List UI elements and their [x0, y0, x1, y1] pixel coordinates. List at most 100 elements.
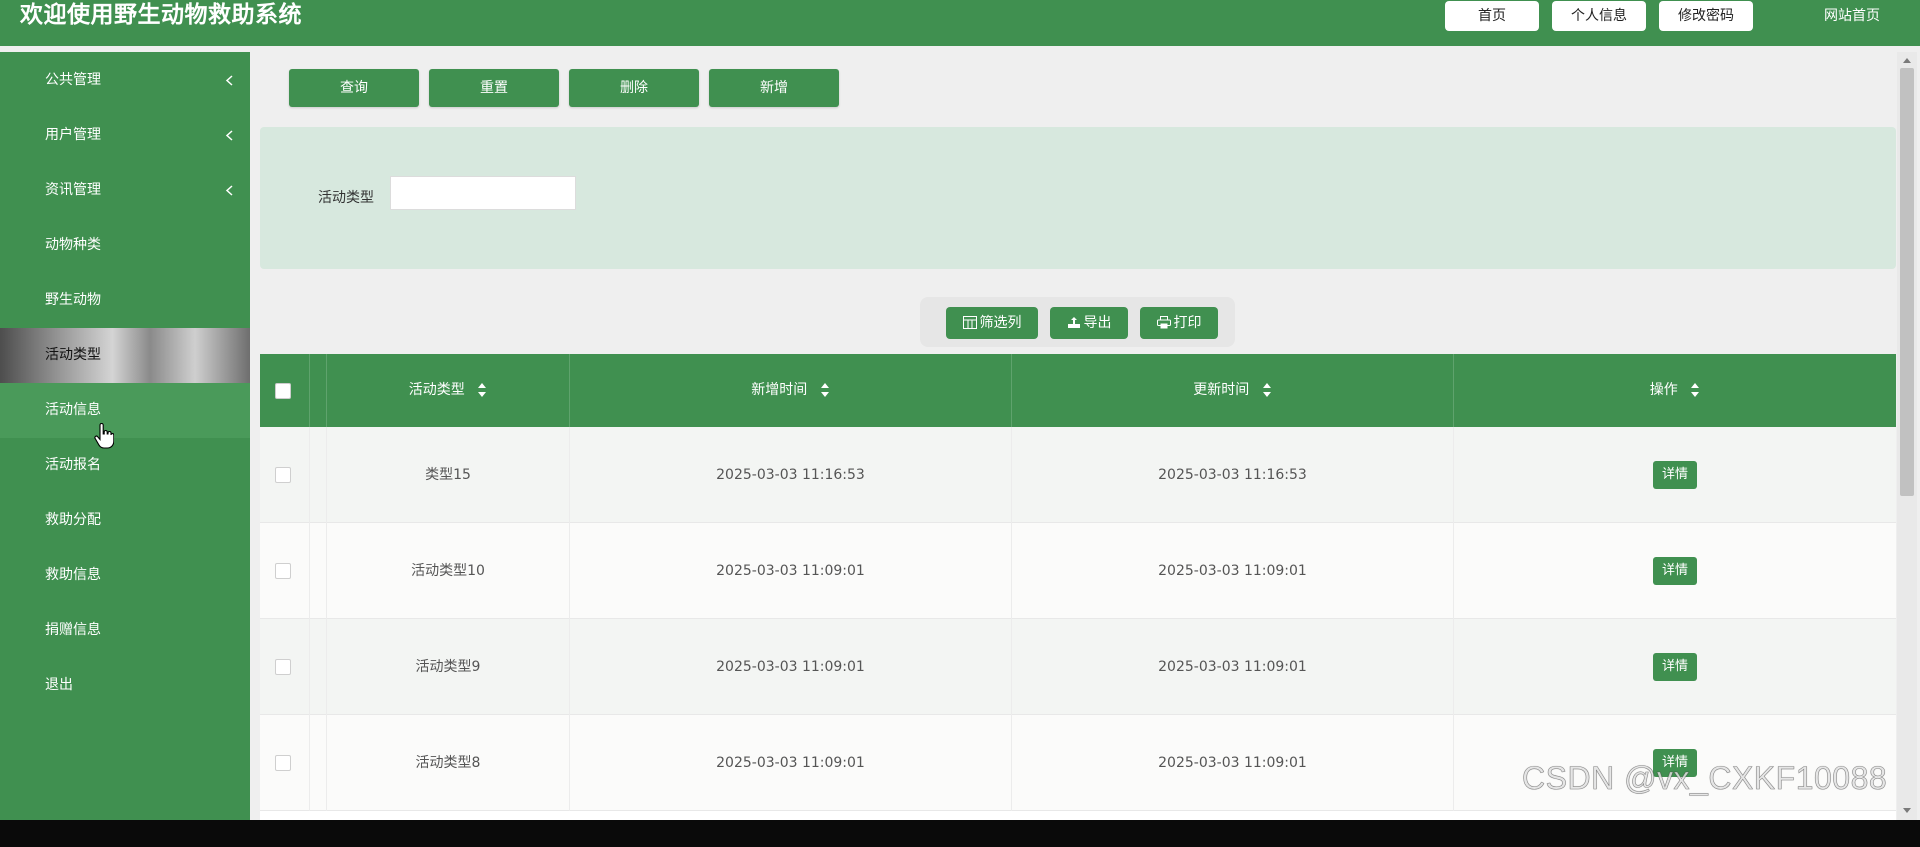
header-select-cell	[260, 354, 310, 427]
row-checkbox[interactable]	[275, 563, 291, 579]
profile-button[interactable]: 个人信息	[1552, 1, 1646, 31]
sidebar-item-animal-species[interactable]: 动物种类	[0, 218, 250, 273]
actions-cell: 详情	[1454, 427, 1896, 523]
sidebar-item-activity-info[interactable]: 活动信息	[0, 383, 250, 438]
sidebar-item-rescue-info[interactable]: 救助信息	[0, 548, 250, 603]
updated-time-cell: 2025-03-03 11:09:01	[1012, 715, 1454, 811]
column-header-updated-time[interactable]: 更新时间	[1012, 354, 1454, 427]
column-header-actions[interactable]: 操作	[1454, 354, 1896, 427]
scroll-down-arrow-icon[interactable]	[1900, 803, 1914, 817]
column-header-created-time[interactable]: 新增时间	[570, 354, 1012, 427]
sidebar-item-donation-info[interactable]: 捐赠信息	[0, 603, 250, 658]
actions-cell: 详情	[1454, 523, 1896, 619]
sidebar-item-logout[interactable]: 退出	[0, 658, 250, 713]
reset-button[interactable]: 重置	[429, 69, 559, 107]
column-header-label: 更新时间	[1193, 382, 1250, 398]
scrollbar-thumb[interactable]	[1900, 68, 1914, 496]
home-button[interactable]: 首页	[1445, 1, 1539, 31]
table-row: 活动类型10 2025-03-03 11:09:01 2025-03-03 11…	[260, 523, 1896, 619]
select-cell	[260, 427, 310, 523]
spacer-cell	[310, 427, 327, 523]
activity-type-cell: 类型15	[327, 427, 570, 523]
activity-type-input[interactable]	[390, 176, 576, 210]
sidebar-item-label: 捐赠信息	[45, 622, 101, 638]
sidebar-item-label: 退出	[45, 677, 73, 693]
select-cell	[260, 619, 310, 715]
filter-columns-button[interactable]: 筛选列	[946, 307, 1038, 339]
scroll-up-arrow-icon[interactable]	[1900, 54, 1914, 68]
sort-icon	[1691, 383, 1700, 397]
export-icon	[1067, 317, 1080, 328]
detail-button[interactable]: 详情	[1653, 557, 1697, 585]
activity-type-cell: 活动类型9	[327, 619, 570, 715]
export-button[interactable]: 导出	[1050, 307, 1128, 339]
detail-button[interactable]: 详情	[1653, 653, 1697, 681]
activity-type-cell: 活动类型10	[327, 523, 570, 619]
search-panel: 活动类型	[260, 127, 1896, 269]
select-cell	[260, 523, 310, 619]
column-header-activity-type[interactable]: 活动类型	[327, 354, 570, 427]
sidebar-item-news[interactable]: 资讯管理	[0, 163, 250, 218]
row-checkbox[interactable]	[275, 659, 291, 675]
sidebar-item-activity-type[interactable]: 活动类型	[0, 328, 250, 383]
spacer-cell	[310, 619, 327, 715]
add-button[interactable]: 新增	[709, 69, 839, 107]
change-password-button[interactable]: 修改密码	[1659, 1, 1753, 31]
sidebar-item-rescue-assignment[interactable]: 救助分配	[0, 493, 250, 548]
delete-button[interactable]: 删除	[569, 69, 699, 107]
sidebar-item-label: 资讯管理	[45, 182, 101, 198]
sidebar-item-label: 活动报名	[45, 457, 101, 473]
created-time-cell: 2025-03-03 11:09:01	[570, 523, 1012, 619]
query-button[interactable]: 查询	[289, 69, 419, 107]
actions-cell: 详情	[1454, 619, 1896, 715]
updated-time-cell: 2025-03-03 11:09:01	[1012, 523, 1454, 619]
sidebar: 公共管理 用户管理 资讯管理 动物种类 野生动物 活动类型 活动信息 活动报名 …	[0, 52, 250, 820]
sidebar-item-users[interactable]: 用户管理	[0, 108, 250, 163]
table-header: 活动类型 新增时间 更新时间 操作	[260, 354, 1896, 427]
site-home-link[interactable]: 网站首页	[1824, 1, 1880, 31]
sidebar-item-label: 救助信息	[45, 567, 101, 583]
main-content: 查询 重置 删除 新增 活动类型 筛选列 导出 打印 活动类型 新增时间 更新时…	[250, 52, 1900, 820]
export-label: 导出	[1083, 315, 1112, 331]
row-checkbox[interactable]	[275, 467, 291, 483]
table-toolbar: 筛选列 导出 打印	[920, 297, 1235, 347]
updated-time-cell: 2025-03-03 11:16:53	[1012, 427, 1454, 523]
select-all-checkbox[interactable]	[275, 383, 291, 399]
print-button[interactable]: 打印	[1140, 307, 1218, 339]
activity-type-cell: 活动类型8	[327, 715, 570, 811]
sidebar-item-label: 动物种类	[45, 237, 101, 253]
sidebar-item-public[interactable]: 公共管理	[0, 53, 250, 108]
chevron-left-icon	[225, 185, 233, 196]
column-header-label: 新增时间	[751, 382, 808, 398]
updated-time-cell: 2025-03-03 11:09:01	[1012, 619, 1454, 715]
chevron-left-icon	[225, 130, 233, 141]
sidebar-item-activity-signup[interactable]: 活动报名	[0, 438, 250, 493]
sort-icon	[478, 383, 487, 397]
filter-columns-label: 筛选列	[979, 315, 1022, 331]
sidebar-item-label: 活动信息	[45, 402, 101, 418]
sidebar-item-label: 救助分配	[45, 512, 101, 528]
table-row: 活动类型9 2025-03-03 11:09:01 2025-03-03 11:…	[260, 619, 1896, 715]
print-label: 打印	[1173, 315, 1202, 331]
watermark: CSDN @vx_CXKF10088	[1522, 760, 1888, 797]
spacer-cell	[310, 715, 327, 811]
activity-type-label: 活动类型	[318, 190, 374, 206]
sidebar-item-wild-animals[interactable]: 野生动物	[0, 273, 250, 328]
sidebar-item-label: 公共管理	[45, 72, 101, 88]
created-time-cell: 2025-03-03 11:09:01	[570, 715, 1012, 811]
column-header-label: 活动类型	[408, 382, 465, 398]
columns-icon	[962, 316, 977, 329]
top-header: 欢迎使用野生动物救助系统 首页 个人信息 修改密码 网站首页	[0, 0, 1920, 46]
created-time-cell: 2025-03-03 11:16:53	[570, 427, 1012, 523]
printer-icon	[1156, 316, 1171, 329]
select-cell	[260, 715, 310, 811]
sidebar-item-label: 用户管理	[45, 127, 101, 143]
data-table: 活动类型 新增时间 更新时间 操作 类型15 2025-03-03 11:16:…	[260, 354, 1896, 820]
column-header-label: 操作	[1649, 382, 1678, 398]
header-spacer-cell	[310, 354, 327, 427]
detail-button[interactable]: 详情	[1653, 461, 1697, 489]
sort-icon	[820, 383, 829, 397]
row-checkbox[interactable]	[275, 755, 291, 771]
sort-icon	[1262, 383, 1271, 397]
spacer-cell	[310, 523, 327, 619]
